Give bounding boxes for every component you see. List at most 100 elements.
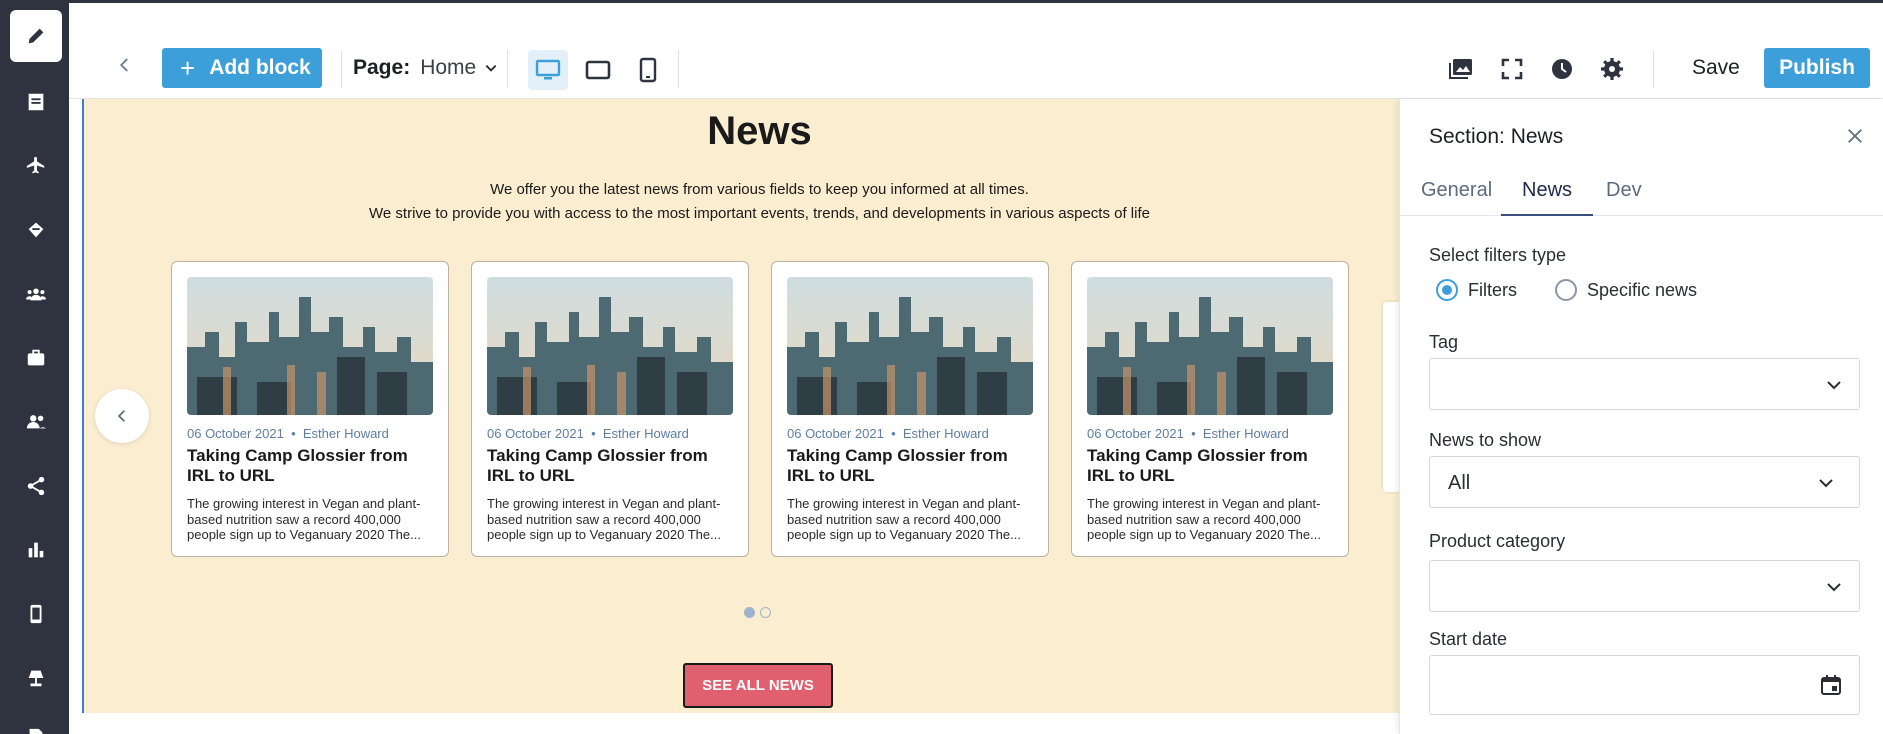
news-card-description: The growing interest in Vegan and plant-…: [487, 496, 721, 542]
file-icon[interactable]: [10, 712, 62, 734]
news-card-author: Esther Howard: [1202, 426, 1289, 441]
news-card-image: [187, 277, 433, 415]
see-all-news-button[interactable]: SEE ALL NEWS: [683, 663, 833, 708]
news-card-image: [787, 277, 1033, 415]
news-card-author: Esther Howard: [602, 426, 689, 441]
gallery-icon[interactable]: [1447, 55, 1475, 83]
bar-chart-icon[interactable]: [10, 524, 62, 576]
section-subtitle: We offer you the latest news from variou…: [84, 178, 1435, 226]
radio-filters-label: Filters: [1468, 279, 1517, 300]
pagination-dot-active[interactable]: [744, 607, 755, 618]
meta-separator: •: [591, 426, 596, 441]
divider: [341, 50, 342, 88]
handshake-icon[interactable]: [10, 204, 62, 256]
back-chevron-icon[interactable]: [113, 53, 137, 77]
desktop-view-button[interactable]: [528, 50, 568, 90]
news-card-author: Esther Howard: [302, 426, 389, 441]
canvas-bottom-gap: [82, 713, 1399, 734]
chevron-down-icon: [1819, 479, 1833, 488]
news-card-date: 06 October 2021: [187, 426, 284, 441]
airplane-icon[interactable]: [10, 140, 62, 192]
page-selector[interactable]: Page: Home: [353, 56, 498, 80]
carousel-pagination: [744, 607, 771, 618]
news-card-author: Esther Howard: [902, 426, 989, 441]
start-date-label: Start date: [1429, 629, 1508, 649]
news-section-canvas[interactable]: News We offer you the latest news from v…: [82, 99, 1399, 713]
section-settings-panel: Section: News General News Dev Select fi…: [1399, 99, 1883, 734]
top-toolbar: + Add block Page: Home Save Publish: [69, 0, 1883, 99]
page-label: Page:: [353, 56, 411, 79]
page-value: Home: [420, 56, 477, 79]
product-category-select[interactable]: [1429, 560, 1860, 612]
mobile-device-icon: [639, 57, 657, 83]
news-card-meta: 06 October 2021 • Esther Howard: [187, 426, 389, 441]
news-card-description: The growing interest in Vegan and plant-…: [1087, 496, 1321, 542]
document-icon[interactable]: [10, 76, 62, 128]
filters-type-radio-group: Filters Specific news: [1436, 279, 1697, 301]
news-card[interactable]: 06 October 2021 • Esther Howard Taking C…: [471, 261, 749, 557]
news-card-meta: 06 October 2021 • Esther Howard: [487, 426, 689, 441]
carousel-prev-button[interactable]: [95, 389, 149, 443]
tablet-icon: [585, 60, 611, 80]
share-icon[interactable]: [10, 460, 62, 512]
settings-gear-icon[interactable]: [1598, 55, 1626, 83]
tab-news[interactable]: News: [1501, 173, 1594, 216]
panel-title: Section: News: [1429, 125, 1564, 148]
product-category-label: Product category: [1429, 531, 1566, 551]
radio-filters[interactable]: [1436, 279, 1458, 301]
save-button[interactable]: Save: [1692, 56, 1740, 80]
close-icon[interactable]: [1846, 127, 1866, 147]
news-card[interactable]: 06 October 2021 • Esther Howard Taking C…: [171, 261, 449, 557]
chevron-left-icon: [117, 410, 125, 422]
divider: [1653, 50, 1654, 88]
fullscreen-icon[interactable]: [1498, 55, 1526, 83]
news-card-description: The growing interest in Vegan and plant-…: [787, 496, 1021, 542]
lamp-icon[interactable]: [10, 652, 62, 704]
left-rail: [0, 0, 69, 734]
history-clock-icon[interactable]: [1548, 55, 1576, 83]
chevron-down-icon: [1827, 381, 1841, 390]
subtitle-line: We strive to provide you with access to …: [369, 205, 1150, 222]
tablet-view-button[interactable]: [578, 50, 618, 90]
divider: [507, 50, 508, 88]
meta-separator: •: [1191, 426, 1196, 441]
tab-general[interactable]: General: [1400, 173, 1513, 216]
start-date-input[interactable]: [1429, 655, 1860, 715]
news-card-meta: 06 October 2021 • Esther Howard: [1087, 426, 1289, 441]
news-card-title: Taking Camp Glossier from IRL to URL: [1087, 446, 1308, 485]
news-card-title: Taking Camp Glossier from IRL to URL: [187, 446, 408, 485]
tag-label: Tag: [1429, 332, 1459, 352]
divider: [678, 50, 679, 88]
news-card[interactable]: 06 October 2021 • Esther Howard Taking C…: [1071, 261, 1349, 557]
news-card-date: 06 October 2021: [787, 426, 884, 441]
news-card-title: Taking Camp Glossier from IRL to URL: [487, 446, 708, 485]
subtitle-line: We offer you the latest news from variou…: [490, 181, 1029, 198]
publish-button[interactable]: Publish: [1764, 48, 1870, 88]
news-card[interactable]: 06 October 2021 • Esther Howard Taking C…: [771, 261, 1049, 557]
mobile-icon[interactable]: [10, 588, 62, 640]
tab-dev[interactable]: Dev: [1585, 173, 1663, 216]
meta-separator: •: [291, 426, 296, 441]
people-icon[interactable]: [10, 396, 62, 448]
pagination-dot[interactable]: [760, 607, 771, 618]
group-icon[interactable]: [10, 268, 62, 320]
news-card-meta: 06 October 2021 • Esther Howard: [787, 426, 989, 441]
news-to-show-label: News to show: [1429, 430, 1542, 450]
news-to-show-select[interactable]: All: [1429, 456, 1860, 508]
briefcase-icon[interactable]: [10, 332, 62, 384]
news-card-title: Taking Camp Glossier from IRL to URL: [787, 446, 1008, 485]
news-card-description: The growing interest in Vegan and plant-…: [187, 496, 421, 542]
meta-separator: •: [891, 426, 896, 441]
block-floating-toolbar[interactable]: [1383, 302, 1399, 492]
desktop-icon: [535, 59, 561, 80]
pencil-icon[interactable]: [10, 10, 62, 62]
plus-icon: +: [180, 53, 196, 83]
news-card-image: [1087, 277, 1333, 415]
add-block-button[interactable]: + Add block: [162, 48, 322, 88]
radio-specific-news[interactable]: [1555, 279, 1577, 301]
news-to-show-value: All: [1448, 472, 1471, 494]
panel-tabs: General News Dev: [1400, 173, 1883, 216]
mobile-view-button[interactable]: [628, 50, 668, 90]
calendar-icon[interactable]: [1819, 673, 1843, 697]
tag-select[interactable]: [1429, 358, 1860, 410]
